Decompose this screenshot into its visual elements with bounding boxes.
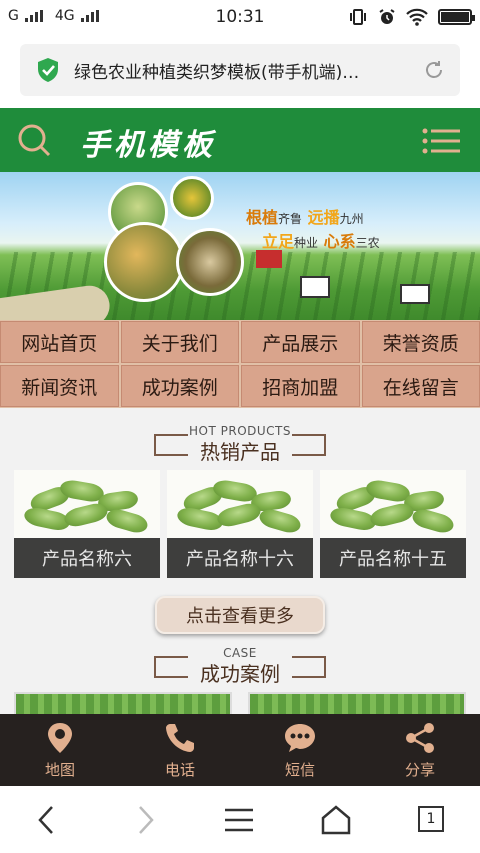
nav-products[interactable]: 产品展示 [241,321,360,363]
battery-icon [438,9,475,25]
nav-franchise[interactable]: 招商加盟 [241,365,360,407]
status-icons [348,7,475,27]
share-button[interactable]: 分享 [360,714,480,786]
sms-label: 短信 [284,760,315,779]
message-icon [285,723,315,752]
nav-honors[interactable]: 荣誉资质 [361,321,480,363]
browser-bottom-nav: 1 [0,786,480,853]
banner-photo-corn [170,176,214,220]
view-more-button[interactable]: 点击查看更多 [155,596,325,634]
nav-news[interactable]: 新闻资讯 [0,365,119,407]
phone-button[interactable]: 电话 [120,714,240,786]
status-bar: G 4G 10:31 [0,0,480,34]
back-arrow-icon[interactable] [30,804,64,836]
site-logo[interactable]: 手机模板 [80,120,216,164]
banner-slogan-2: 立足种业 心系三农 [262,232,380,251]
hero-banner[interactable]: 根植齐鲁 远播九州 立足种业 心系三农 [0,172,480,320]
nav-cases[interactable]: 成功案例 [120,365,239,407]
product-name: 产品名称六 [14,538,160,578]
map-pin-icon [48,722,72,753]
wifi-icon [406,8,428,26]
hot-products-heading: HOT PRODUCTS 热销产品 [0,424,480,465]
share-label: 分享 [404,760,435,779]
map-label: 地图 [44,760,75,779]
case-card[interactable] [248,692,466,714]
secure-shield-icon [38,58,58,82]
nav-home[interactable]: 网站首页 [0,321,119,363]
main-nav: 网站首页 关于我们 产品展示 荣誉资质 新闻资讯 成功案例 招商加盟 在线留言 [0,320,480,408]
cases-heading: CASE 成功案例 [0,646,480,687]
banner-photo-wheat [104,222,184,302]
banner-field-sign [300,276,330,298]
reload-icon[interactable] [422,58,446,82]
page-title-text[interactable]: 绿色农业种植类织梦模板(带手机端)… [74,58,404,83]
cases-title-en: CASE [223,646,257,660]
phone-label: 电话 [164,760,195,779]
forward-arrow-icon[interactable] [128,804,162,836]
phone-icon [166,723,194,752]
hamburger-menu-icon[interactable] [222,804,256,836]
nav-message[interactable]: 在线留言 [361,365,480,407]
case-list [14,692,466,714]
banner-slogan-1: 根植齐鲁 远播九州 [246,208,364,227]
content-area: HOT PRODUCTS 热销产品 产品名称六 产品名称十六 产品名称十五 点击… [0,408,480,714]
product-card[interactable]: 产品名称十五 [320,470,466,578]
home-icon[interactable] [319,804,353,836]
site-header: 手机模板 [0,108,480,172]
product-name: 产品名称十五 [320,538,466,578]
menu-icon[interactable] [422,128,460,154]
banner-field-sign [400,284,430,304]
hot-products-title-cn: 热销产品 [200,440,280,464]
cases-title-cn: 成功案例 [200,662,280,686]
bottom-action-bar: 地图 电话 短信 分享 [0,714,480,786]
tab-count-button[interactable]: 1 [418,806,444,832]
case-card[interactable] [14,692,232,714]
banner-red-sign [256,250,282,268]
product-card[interactable]: 产品名称六 [14,470,160,578]
hot-products-title-en: HOT PRODUCTS [189,424,291,438]
nav-about[interactable]: 关于我们 [120,321,239,363]
sms-button[interactable]: 短信 [240,714,360,786]
product-name: 产品名称十六 [167,538,313,578]
browser-toolbar: 绿色农业种植类织梦模板(带手机端)… [0,34,480,108]
address-bar[interactable]: 绿色农业种植类织梦模板(带手机端)… [20,44,460,96]
product-list: 产品名称六 产品名称十六 产品名称十五 [14,470,466,578]
map-button[interactable]: 地图 [0,714,120,786]
search-icon[interactable] [16,122,52,158]
alarm-icon [379,9,395,24]
vibrate-icon [350,9,366,25]
product-card[interactable]: 产品名称十六 [167,470,313,578]
banner-photo-peanuts [176,228,244,296]
share-icon [406,722,434,753]
